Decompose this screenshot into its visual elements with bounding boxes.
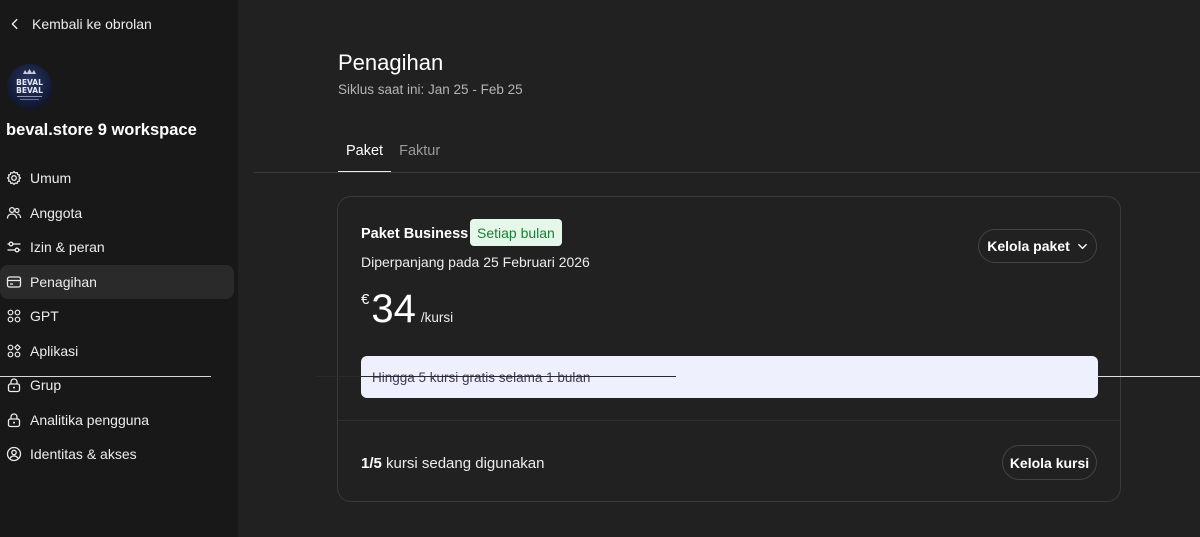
lock-icon	[7, 378, 21, 393]
price-amount: 34	[371, 287, 416, 331]
plan-name: Paket Business	[361, 226, 469, 242]
chevron-left-icon	[11, 18, 18, 30]
workspace-logo: BEVAL BEVAL	[16, 69, 43, 100]
workspace-avatar: BEVAL BEVAL	[7, 64, 52, 109]
gear-icon	[6, 171, 22, 186]
main-content: Penagihan Siklus saat ini: Jan 25 - Feb …	[238, 0, 1200, 537]
sidebar-item-umum[interactable]: Umum	[0, 161, 234, 196]
sidebar-item-label: Anggota	[30, 204, 83, 221]
lock-icon	[7, 413, 21, 427]
sidebar-nav: Umum Anggota Izin & peran Penagihan GPT …	[0, 161, 238, 472]
tab-faktur[interactable]: Faktur	[391, 140, 448, 173]
sidebar-item-label: Aplikasi	[30, 342, 79, 359]
sidebar-item-label: Analitika pengguna	[30, 411, 150, 428]
overlay-line	[1097, 376, 1200, 377]
sidebar: Kembali ke obrolan BEVAL BEVAL beval.sto…	[0, 0, 238, 537]
seats-count: 1/5	[361, 455, 382, 472]
renewal-date: Diperpanjang pada 25 Februari 2026	[361, 254, 590, 270]
billing-cycle: Siklus saat ini: Jan 25 - Feb 25	[338, 82, 523, 97]
sidebar-item-label: Umum	[30, 170, 72, 187]
sidebar-item-identitas-akses[interactable]: Identitas & akses	[0, 437, 234, 472]
card-divider	[338, 420, 1120, 421]
sidebar-item-gpt[interactable]: GPT	[0, 299, 234, 334]
back-to-chat-link[interactable]: Kembali ke obrolan	[8, 12, 152, 36]
svg-text:BEVAL: BEVAL	[16, 86, 43, 95]
manage-seats-button[interactable]: Kelola kursi	[1002, 445, 1097, 480]
tab-paket[interactable]: Paket	[338, 140, 392, 173]
manage-plan-label: Kelola paket	[987, 238, 1070, 254]
people-icon	[6, 206, 22, 219]
seats-usage: 1/5 kursi sedang digunakan	[361, 455, 544, 472]
user-circle-icon	[6, 447, 22, 462]
promo-banner: Hingga 5 kursi gratis selama 1 bulan	[361, 356, 1098, 398]
sidebar-item-label: Identitas & akses	[30, 446, 137, 463]
sidebar-divider	[0, 376, 211, 377]
sidebar-item-label: GPT	[30, 308, 59, 325]
sidebar-item-grup[interactable]: Grup	[0, 368, 234, 403]
sidebar-item-label: Grup	[30, 377, 62, 394]
price-unit: /kursi	[420, 310, 454, 325]
plan-price: € 34 /kursi	[361, 287, 453, 331]
sidebar-item-analitika-pengguna[interactable]: Analitika pengguna	[0, 403, 234, 438]
sidebar-item-anggota[interactable]: Anggota	[0, 196, 234, 231]
apps-icon	[7, 343, 21, 358]
plan-card: Paket Business Setiap bulan Diperpanjang…	[337, 196, 1121, 502]
workspace-name: beval.store 9 workspace	[6, 121, 197, 139]
back-link-label: Kembali ke obrolan	[32, 16, 152, 32]
sidebar-item-label: Penagihan	[30, 273, 97, 290]
sliders-icon	[7, 241, 21, 253]
tab-bar: Paket Faktur	[338, 140, 448, 173]
sidebar-item-label: Izin & peran	[30, 239, 105, 256]
price-currency: €	[361, 291, 370, 308]
overlay-line	[316, 376, 676, 377]
sidebar-item-penagihan[interactable]: Penagihan	[0, 264, 234, 299]
page-title: Penagihan	[338, 50, 444, 75]
sidebar-item-izin-peran[interactable]: Izin & peran	[0, 230, 234, 265]
seats-text: kursi sedang digunakan	[381, 455, 545, 472]
tabs-divider-right	[954, 172, 1200, 173]
chevron-down-icon	[1077, 243, 1087, 249]
grid-dots-icon	[7, 309, 21, 323]
tabs-divider	[254, 172, 954, 173]
manage-plan-button[interactable]: Kelola paket	[978, 229, 1097, 263]
billing-frequency-badge: Setiap bulan	[470, 219, 562, 246]
sidebar-item-aplikasi[interactable]: Aplikasi	[0, 334, 234, 369]
credit-card-icon	[6, 276, 22, 288]
